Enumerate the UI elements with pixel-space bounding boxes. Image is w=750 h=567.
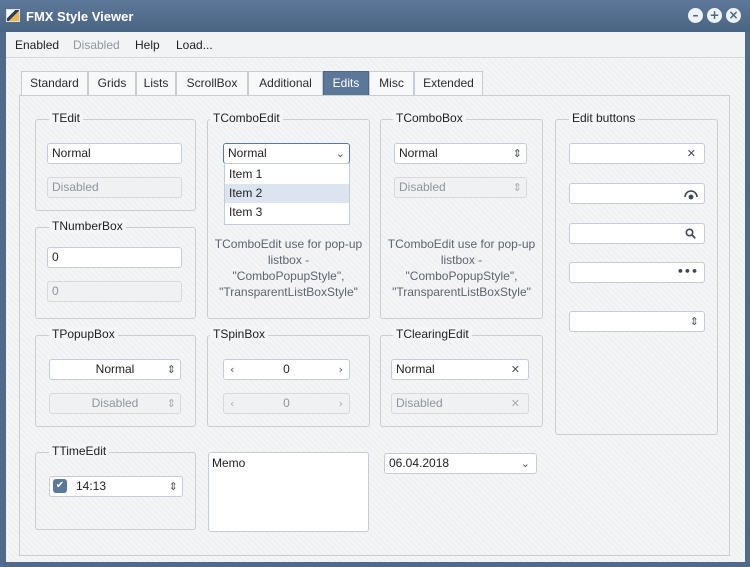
list-item[interactable]: Item 3 — [225, 203, 349, 222]
tpopupbox-disabled: Disabled ⇕ — [49, 393, 181, 414]
ellipsis-icon[interactable]: ••• — [677, 263, 698, 281]
tedit-normal-input[interactable]: Normal — [47, 143, 182, 164]
edit-buttons-title: Edit buttons — [569, 111, 639, 125]
window-title: FMX Style Viewer — [26, 9, 134, 24]
close-icon[interactable]: × — [726, 8, 741, 23]
app-icon — [6, 9, 20, 22]
tcombobox-disabled-value: Disabled — [399, 180, 446, 194]
chevron-updown-icon[interactable]: ⇕ — [690, 312, 699, 331]
tcomboedit-title: TComboEdit — [210, 111, 283, 125]
tab-extended[interactable]: Extended — [414, 71, 483, 95]
tnumberbox-disabled-input: 0 — [47, 281, 182, 302]
password-eye-icon[interactable] — [684, 188, 698, 200]
clear-x-icon: ✕ — [510, 397, 520, 410]
chevron-updown-icon[interactable]: ⇕ — [169, 477, 178, 496]
note-line: listbox - — [440, 253, 483, 267]
tpopupbox-value: Normal — [95, 362, 135, 376]
memo-field[interactable]: Memo — [208, 452, 369, 532]
chevron-updown-icon: ⇕ — [166, 363, 176, 376]
tcombobox-title: TComboBox — [393, 111, 466, 125]
menu-help[interactable]: Help — [135, 38, 160, 52]
list-item-selected[interactable]: Item 2 — [225, 184, 349, 203]
chevron-right-icon[interactable]: › — [339, 360, 343, 379]
clear-x-icon[interactable]: ✕ — [687, 144, 696, 163]
date-edit[interactable]: 06.04.2018 ⌄ — [384, 453, 537, 474]
tclearingedit-value: Normal — [396, 362, 435, 376]
note-line: TComboEdit use for pop-up — [214, 237, 363, 251]
tedit-disabled-input: Disabled — [47, 177, 182, 198]
tcomboedit-note: TComboEdit use for pop-up listbox - "Com… — [207, 236, 370, 300]
tcombobox-note: TComboEdit use for pop-up listbox - "Com… — [380, 236, 543, 300]
tab-grids[interactable]: Grids — [88, 71, 136, 95]
chevron-left-icon: ‹ — [230, 397, 235, 410]
tnumberbox-group — [35, 227, 196, 319]
note-line: "ComboPopupStyle", — [232, 269, 345, 283]
minimize-icon[interactable]: – — [688, 8, 703, 23]
tcombobox-select[interactable]: Normal ⇕ — [394, 143, 527, 164]
ttimeedit-input[interactable]: 14:13 ⇕ — [49, 476, 183, 497]
chevron-left-icon[interactable]: ‹ — [230, 360, 234, 379]
updown-edit[interactable]: ⇕ — [569, 311, 705, 332]
ttimeedit-value: 14:13 — [76, 479, 107, 493]
menu-disabled[interactable]: Disabled — [73, 38, 120, 52]
chevron-updown-icon: ⇕ — [512, 147, 522, 160]
chevron-down-icon[interactable]: ⌄ — [336, 144, 345, 163]
tab-edits[interactable]: Edits — [323, 71, 369, 95]
tspinbox-value: 0 — [283, 362, 290, 376]
list-item[interactable]: Item 1 — [225, 165, 349, 184]
chevron-updown-icon: ⇕ — [512, 181, 522, 194]
tab-standard[interactable]: Standard — [21, 71, 88, 95]
tpopupbox-button[interactable]: Normal ⇕ — [49, 359, 181, 380]
tab-misc[interactable]: Misc — [369, 71, 414, 95]
app-window: FMX Style Viewer – + × Enabled Disabled … — [0, 0, 750, 567]
tnumberbox-input[interactable]: 0 — [47, 247, 182, 268]
maximize-icon[interactable]: + — [707, 8, 722, 23]
clear-x-icon[interactable]: ✕ — [511, 360, 520, 379]
tcomboedit-input[interactable]: Normal ⌄ — [223, 143, 350, 164]
tclearingedit-title: TClearingEdit — [393, 327, 472, 341]
search-edit[interactable] — [569, 223, 705, 244]
search-icon[interactable] — [685, 228, 696, 239]
menu-enabled[interactable]: Enabled — [15, 38, 59, 52]
tnumberbox-title: TNumberBox — [49, 219, 126, 233]
chevron-right-icon: › — [338, 397, 343, 410]
check-icon[interactable]: ✔ — [53, 479, 67, 493]
tpopupbox-title: TPopupBox — [49, 327, 118, 341]
tcombobox-value: Normal — [399, 146, 438, 160]
tclearingedit-disabled: Disabled ✕ — [391, 393, 529, 414]
note-line: "TransparentListBoxStyle" — [392, 285, 531, 299]
note-line: "ComboPopupStyle", — [405, 269, 518, 283]
ttimeedit-title: TTimeEdit — [49, 444, 110, 458]
clear-button-edit[interactable]: ✕ — [569, 143, 705, 164]
password-edit[interactable] — [569, 183, 705, 204]
ellipsis-edit[interactable]: ••• — [569, 262, 705, 283]
menu-load[interactable]: Load... — [176, 38, 213, 52]
note-line: listbox - — [267, 253, 310, 267]
tcomboedit-value: Normal — [228, 146, 267, 160]
date-value: 06.04.2018 — [389, 456, 450, 470]
chevron-updown-icon: ⇕ — [166, 397, 176, 410]
tab-lists[interactable]: Lists — [136, 71, 176, 95]
tab-scrollbox[interactable]: ScrollBox — [176, 71, 248, 95]
tspinbox-input[interactable]: ‹ 0 › — [223, 359, 350, 380]
tspinbox-disabled-value: 0 — [283, 396, 290, 410]
tpopupbox-disabled-value: Disabled — [91, 396, 139, 410]
tcomboedit-listbox: Item 1 Item 2 Item 3 — [224, 163, 350, 225]
tclearingedit-disabled-value: Disabled — [396, 396, 443, 410]
tclearingedit-input[interactable]: Normal ✕ — [391, 359, 529, 380]
tcombobox-disabled: Disabled ⇕ — [394, 177, 527, 198]
tspinbox-title: TSpinBox — [210, 327, 269, 341]
client-area: Enabled Disabled Help Load... Standard G… — [6, 32, 745, 562]
chevron-down-icon[interactable]: ⌄ — [521, 454, 530, 473]
tab-additional[interactable]: Additional — [248, 71, 323, 95]
tedit-title: TEdit — [49, 111, 84, 125]
note-line: "TransparentListBoxStyle" — [219, 285, 358, 299]
note-line: TComboEdit use for pop-up — [387, 237, 536, 251]
menu-bar: Enabled Disabled Help Load... — [6, 32, 745, 58]
tspinbox-disabled: ‹ 0 › — [223, 393, 350, 414]
title-bar[interactable]: FMX Style Viewer – + × — [0, 0, 750, 32]
